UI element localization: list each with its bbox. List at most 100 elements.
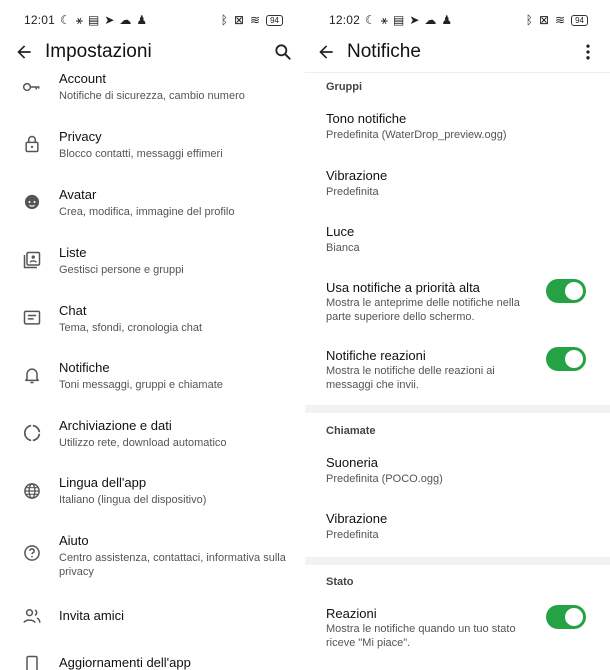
status-bar: 12:02 ☾ ⚹ ▤ ➤ ☁ ♟ ᛒ ⊠ ≋ 94	[305, 0, 610, 40]
people-icon	[23, 609, 41, 624]
reazioni-stato-toggle[interactable]	[546, 605, 586, 629]
item-title: Invita amici	[59, 608, 125, 623]
setting-priorita-alta[interactable]: Usa notifiche a priorità alta Mostra le …	[305, 279, 610, 329]
wifi-icon: ≋	[250, 13, 261, 27]
doc-icon: ▤	[88, 13, 100, 27]
item-subtitle: Centro assistenza, contattaci, informati…	[59, 552, 286, 578]
page-title: Impostazioni	[45, 41, 152, 62]
cloud-icon: ☁	[119, 13, 132, 27]
app-bar: Notifiche	[305, 40, 610, 72]
bell-icon	[25, 368, 39, 384]
item-subtitle: Predefinita (WaterDrop_preview.ogg)	[326, 129, 507, 141]
item-subtitle: Notifiche di sicurezza, cambio numero	[59, 90, 245, 102]
setting-reazioni-stato[interactable]: Reazioni Mostra le notifiche quando un t…	[305, 605, 610, 655]
setting-notifiche-reazioni[interactable]: Notifiche reazioni Mostra le notifiche d…	[305, 347, 610, 397]
toggle-knob	[565, 282, 583, 300]
section-header-chiamate: Chiamate	[326, 425, 376, 437]
setting-luce[interactable]: Luce Bianca	[305, 223, 610, 263]
person-icon: ♟	[441, 13, 453, 27]
item-title: Reazioni	[326, 606, 377, 621]
setting-vibrazione-chiamate[interactable]: Vibrazione Predefinita	[305, 510, 610, 550]
settings-item-invita[interactable]: Invita amici	[0, 603, 305, 633]
notifications-screen: 12:02 ☾ ⚹ ▤ ➤ ☁ ♟ ᛒ ⊠ ≋ 94 Notifiche Gru…	[305, 0, 610, 670]
moon-icon: ☾	[60, 13, 71, 27]
system-icons: ᛒ ⊠ ≋ 94	[526, 13, 588, 27]
item-title: Avatar	[59, 187, 97, 202]
reazioni-toggle[interactable]	[546, 347, 586, 371]
settings-item-aiuto[interactable]: Aiuto Centro assistenza, contattaci, inf…	[0, 532, 305, 592]
moon-icon: ☾	[365, 13, 376, 27]
item-subtitle: Italiano (lingua del dispositivo)	[59, 494, 207, 506]
section-header-stato: Stato	[326, 576, 354, 588]
item-subtitle: Tema, sfondi, cronologia chat	[59, 322, 203, 334]
item-title: Usa notifiche a priorità alta	[326, 280, 480, 295]
status-time: 12:01	[24, 13, 56, 27]
section-header-gruppi: Gruppi	[326, 81, 363, 93]
avatar-face-icon	[24, 194, 40, 210]
search-icon[interactable]	[273, 42, 293, 62]
list-icon	[23, 251, 41, 269]
help-icon	[24, 545, 40, 561]
setting-vibrazione[interactable]: Vibrazione Predefinita	[305, 167, 610, 207]
toggle-knob	[565, 350, 583, 368]
bluetooth-icon: ᛒ	[220, 13, 228, 27]
appbar-divider	[305, 72, 610, 73]
setting-tono-notifiche[interactable]: Tono notifiche Predefinita (WaterDrop_pr…	[305, 110, 610, 150]
battery-icon: 94	[266, 14, 283, 26]
settings-item-lingua[interactable]: Lingua dell'app Italiano (lingua del dis…	[0, 474, 305, 524]
section-divider	[305, 557, 610, 565]
settings-item-aggiornamenti[interactable]: Aggiornamenti dell'app	[0, 652, 305, 670]
item-title: Account	[59, 71, 106, 86]
person-icon: ♟	[136, 13, 148, 27]
status-bar: 12:01 ☾ ⚹ ▤ ➤ ☁ ♟ ᛒ ⊠ ≋ 94	[0, 0, 305, 40]
item-subtitle: Blocco contatti, messaggi effimeri	[59, 148, 223, 160]
item-subtitle: Toni messaggi, gruppi e chiamate	[59, 379, 223, 391]
battery-icon: 94	[571, 14, 588, 26]
nearby-icon: ⚹	[380, 12, 388, 27]
item-title: Suoneria	[326, 455, 379, 470]
status-time: 12:02	[329, 13, 361, 27]
more-vert-icon[interactable]	[578, 42, 598, 62]
item-subtitle: Bianca	[326, 242, 360, 254]
item-title: Privacy	[59, 129, 102, 144]
item-title: Vibrazione	[326, 168, 388, 183]
key-icon	[22, 82, 40, 92]
item-subtitle: Predefinita	[326, 529, 379, 541]
telegram-icon: ➤	[409, 13, 420, 27]
item-title: Aiuto	[59, 533, 89, 548]
sim-icon: ⊠	[538, 13, 550, 27]
settings-item-notifiche[interactable]: Notifiche Toni messaggi, gruppi e chiama…	[0, 359, 305, 409]
toggle-knob	[565, 608, 583, 626]
settings-item-account[interactable]: Account Notifiche di sicurezza, cambio n…	[0, 70, 305, 120]
app-bar: Impostazioni	[0, 40, 305, 72]
nearby-icon: ⚹	[75, 12, 83, 27]
item-title: Chat	[59, 303, 87, 318]
settings-item-privacy[interactable]: Privacy Blocco contatti, messaggi effime…	[0, 128, 305, 178]
globe-icon	[24, 483, 40, 499]
storage-icon	[23, 424, 41, 442]
item-title: Lingua dell'app	[59, 475, 147, 490]
setting-suoneria[interactable]: Suoneria Predefinita (POCO.ogg)	[305, 454, 610, 494]
chat-icon	[23, 310, 41, 325]
wifi-icon: ≋	[555, 13, 566, 27]
settings-screen: 12:01 ☾ ⚹ ▤ ➤ ☁ ♟ ᛒ ⊠ ≋ 94 Impostazioni …	[0, 0, 305, 670]
back-arrow-icon[interactable]	[316, 42, 336, 62]
item-subtitle: Predefinita (POCO.ogg)	[326, 473, 443, 485]
telegram-icon: ➤	[104, 13, 115, 27]
item-title: Tono notifiche	[326, 111, 407, 126]
item-subtitle: Gestisci persone e gruppi	[59, 264, 184, 276]
settings-item-liste[interactable]: Liste Gestisci persone e gruppi	[0, 244, 305, 294]
item-title: Notifiche reazioni	[326, 348, 426, 363]
item-title: Luce	[326, 224, 355, 239]
settings-item-avatar[interactable]: Avatar Crea, modifica, immagine del prof…	[0, 186, 305, 236]
settings-item-chat[interactable]: Chat Tema, sfondi, cronologia chat	[0, 302, 305, 352]
doc-icon: ▤	[393, 13, 405, 27]
notification-icons: ☾ ⚹ ▤ ➤ ☁ ♟	[365, 13, 452, 28]
update-icon	[26, 655, 38, 670]
settings-item-archiviazione[interactable]: Archiviazione e dati Utilizzo rete, down…	[0, 417, 305, 467]
item-subtitle: Mostra le anteprime delle notifiche nell…	[326, 297, 520, 323]
item-subtitle: Utilizzo rete, download automatico	[59, 437, 227, 449]
back-arrow-icon[interactable]	[14, 42, 34, 62]
item-title: Vibrazione	[326, 511, 388, 526]
priorita-toggle[interactable]	[546, 279, 586, 303]
